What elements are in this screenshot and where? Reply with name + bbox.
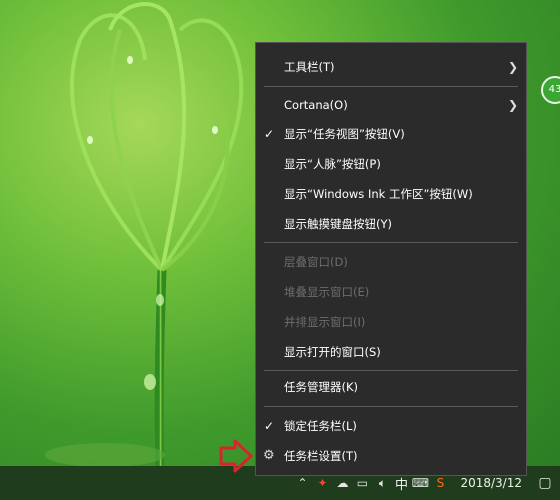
volume-icon[interactable]: 🔈︎ (373, 474, 391, 492)
cloud-icon[interactable]: ☁ (333, 474, 351, 492)
menu-item-show-windows-ink[interactable]: 显示“Windows Ink 工作区”按钮(W) (256, 180, 526, 208)
menu-separator (264, 86, 518, 87)
app-tray-icon[interactable]: S (431, 474, 449, 492)
menu-item-cascade-windows: 层叠窗口(D) (284, 255, 348, 269)
menu-separator (264, 406, 518, 407)
menu-item-task-manager[interactable]: 任务管理器(K) (256, 373, 526, 401)
action-center-icon[interactable]: ▢ (530, 466, 560, 500)
antivirus-icon[interactable]: ✦ (313, 474, 331, 492)
ime-indicator[interactable]: 中 (392, 474, 410, 493)
menu-item-show-touch-keyboard[interactable]: 显示触摸键盘按钮(Y) (256, 210, 526, 238)
menu-item-show-people[interactable]: 显示“人脉”按钮(P) (256, 150, 526, 178)
menu-item-lock-taskbar[interactable]: ✓ 锁定任务栏(L) (256, 412, 526, 440)
menu-item-stack-windows: 堆叠显示窗口(E) (284, 285, 370, 299)
menu-item-toolbars[interactable]: 工具栏(T) ❯ (256, 53, 526, 81)
menu-item-taskbar-settings[interactable]: ⚙ 任务栏设置(T) (256, 442, 526, 470)
checkmark-icon: ✓ (264, 419, 275, 433)
pointer-arrow-icon (219, 439, 253, 473)
menu-separator (264, 242, 518, 243)
menu-item-cortana[interactable]: Cortana(O) ❯ (256, 91, 526, 119)
chevron-right-icon: ❯ (507, 98, 518, 112)
menu-item-show-desktop-windows[interactable]: 显示打开的窗口(S) (256, 338, 526, 366)
network-icon[interactable]: ▭ (353, 474, 371, 492)
chevron-up-icon[interactable]: ⌃ (293, 474, 311, 492)
menu-item-side-by-side-windows: 并排显示窗口(I) (284, 315, 366, 329)
menu-item-show-task-view[interactable]: ✓ 显示“任务视图”按钮(V) (256, 120, 526, 148)
gear-icon: ⚙ (263, 448, 275, 463)
checkmark-icon: ✓ (264, 127, 275, 141)
keyboard-icon[interactable]: ⌨ (411, 474, 429, 492)
chevron-right-icon: ❯ (507, 60, 518, 74)
menu-separator (264, 370, 518, 371)
taskbar-context-menu: 工具栏(T) ❯ Cortana(O) ❯ ✓ 显示“任务视图”按钮(V) 显示… (255, 42, 527, 476)
